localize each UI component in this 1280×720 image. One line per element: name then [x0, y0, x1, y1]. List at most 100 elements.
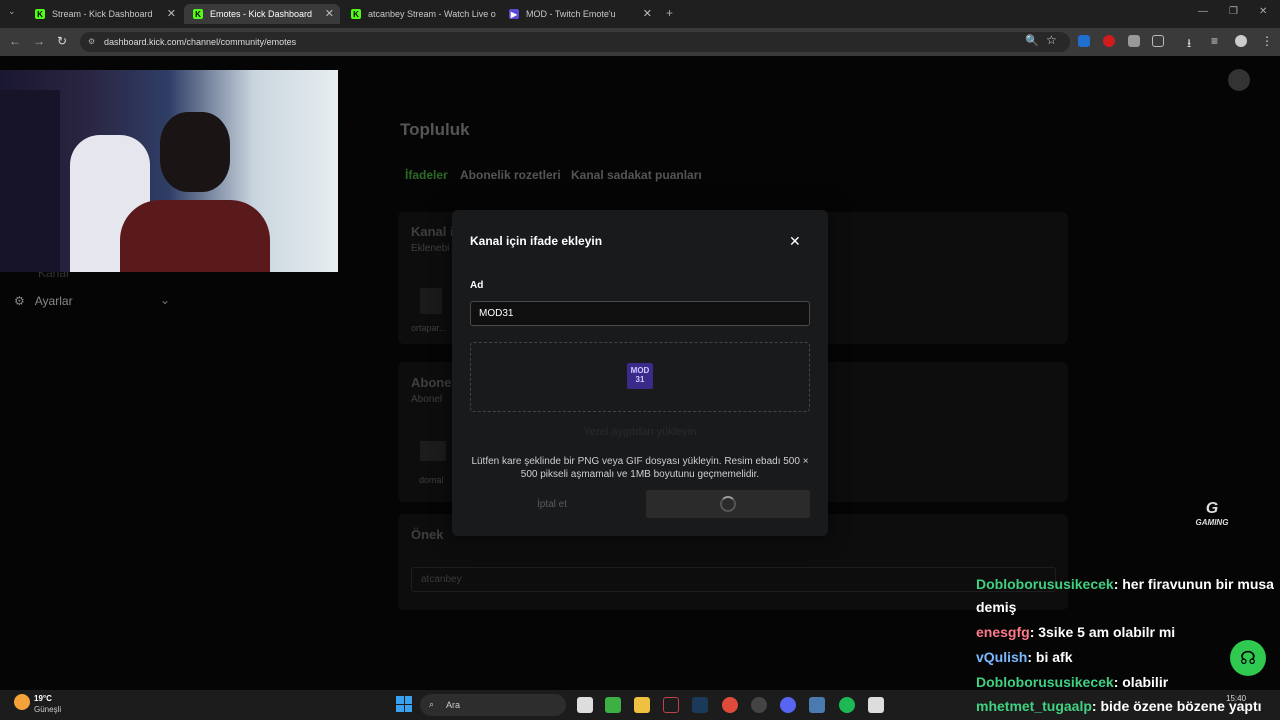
file-explorer-icon[interactable] — [634, 697, 650, 713]
logo-mark-icon: G — [1205, 500, 1219, 517]
tab-search-button[interactable]: ⌄ — [8, 6, 16, 17]
browser-tab[interactable]: K Stream - Kick Dashboard ✕ — [26, 4, 182, 24]
shield-icon[interactable] — [1128, 35, 1140, 47]
bookmark-star-icon[interactable]: ☆ — [1046, 33, 1057, 47]
emote-thumbnail[interactable] — [420, 441, 446, 461]
user-avatar[interactable] — [1228, 69, 1250, 91]
close-window-icon[interactable]: ✕ — [1259, 6, 1267, 17]
chat-message: Dobloborususikecek: her firavunun bir mu… — [976, 576, 1274, 592]
browser-tab[interactable]: K atcanbey Stream - Watch Live o — [342, 4, 500, 24]
download-icon[interactable]: ⭳ — [1187, 34, 1191, 55]
person-body — [120, 200, 270, 272]
extensions-puzzle-icon[interactable] — [1152, 35, 1164, 47]
browser-tab-active[interactable]: K Emotes - Kick Dashboard ✕ — [184, 4, 340, 24]
chat-username: Dobloborususikecek — [976, 576, 1114, 592]
submit-button[interactable] — [646, 490, 810, 518]
support-headset-icon[interactable]: ☊ — [1230, 640, 1266, 676]
cancel-button[interactable]: İptal et — [470, 490, 634, 518]
app-icon[interactable] — [751, 697, 767, 713]
chat-text: : olabilir — [1113, 674, 1169, 690]
tab-title: Emotes - Kick Dashboard — [210, 9, 313, 19]
tab-title: atcanbey Stream - Watch Live o — [368, 9, 496, 19]
menu-kebab-icon[interactable]: ⋮ — [1261, 34, 1273, 48]
twitch-emote-icon: ▶ — [509, 9, 519, 19]
prefix-input[interactable]: atcanbey — [411, 567, 1056, 592]
search-placeholder: Ara — [446, 700, 461, 710]
background-shelf — [0, 90, 60, 272]
weather-sun-icon — [14, 694, 30, 710]
browser-tab[interactable]: ▶ MOD - Twitch Emote'u ✕ — [500, 4, 658, 24]
minimize-icon[interactable]: — — [1198, 6, 1208, 17]
extension-icon[interactable] — [1078, 35, 1090, 47]
chat-message: demiş — [976, 599, 1016, 615]
card-title: Abone — [411, 375, 452, 390]
tab-emotes[interactable]: İfadeler — [405, 168, 448, 182]
upload-from-device-link[interactable]: Yerel aygıtdan yükleyin — [470, 426, 810, 438]
close-icon[interactable]: ✕ — [789, 233, 801, 250]
taskbar-search[interactable]: ⌕ Ara — [420, 694, 566, 716]
tab-title: Stream - Kick Dashboard — [52, 9, 153, 19]
forward-icon[interactable]: → — [33, 34, 45, 48]
app-icon[interactable] — [663, 697, 679, 713]
gear-icon: ⚙ — [14, 294, 25, 308]
zoom-icon[interactable]: 🔍 — [1025, 34, 1039, 47]
tab-title: MOD - Twitch Emote'u — [526, 9, 616, 19]
profile-avatar-icon[interactable] — [1235, 35, 1247, 47]
logo-text: GAMING — [1195, 518, 1229, 527]
steam-icon[interactable] — [692, 697, 708, 713]
close-tab-icon[interactable]: ✕ — [325, 7, 334, 20]
emote-label: domal — [419, 475, 444, 485]
capcut-icon[interactable] — [868, 697, 884, 713]
webcam-overlay — [0, 70, 338, 272]
weather-desc: Güneşli — [34, 705, 62, 714]
emote-label: ortapar... — [411, 323, 447, 333]
card-title: Kanal i — [411, 224, 454, 239]
chat-text: : her firavunun bir musa — [1113, 576, 1274, 592]
close-tab-icon[interactable]: ✕ — [167, 7, 176, 20]
card-subtitle: Eklenebi — [411, 243, 450, 254]
sidebar-item-label: Ayarlar — [34, 294, 73, 308]
person-head — [160, 112, 230, 192]
chat-message: mhetmet_tugaalp: bide özene bözene yaptı — [976, 698, 1262, 714]
task-view-icon[interactable] — [577, 697, 593, 713]
tab-subscriber-badges[interactable]: Abonelik rozetleri — [460, 168, 561, 182]
minecraft-icon[interactable] — [605, 697, 621, 713]
prefix-label: Önek — [411, 527, 444, 542]
chat-text: : bi afk — [1027, 649, 1073, 665]
emote-name-input[interactable] — [470, 301, 810, 326]
address-bar[interactable]: ⚙ dashboard.kick.com/channel/community/e… — [80, 32, 1070, 52]
chat-message: vQulish: bi afk — [976, 649, 1072, 665]
extension-icon[interactable] — [1103, 35, 1115, 47]
app-icon[interactable] — [809, 697, 825, 713]
reload-icon[interactable]: ↻ — [57, 34, 67, 48]
chat-message: Dobloborususikecek: olabilir — [976, 674, 1168, 690]
weather-temp: 19°C — [34, 694, 52, 703]
back-icon[interactable]: ← — [9, 34, 21, 48]
loading-spinner-icon — [720, 496, 736, 512]
name-label: Ad — [470, 280, 484, 291]
chat-username: enesgfg — [976, 624, 1030, 640]
site-info-icon[interactable]: ⚙ — [88, 37, 95, 46]
chat-text: : bide özene bözene yaptı — [1091, 698, 1262, 714]
restore-icon[interactable]: ❐ — [1229, 6, 1238, 17]
kick-icon: K — [35, 9, 45, 19]
media-icon[interactable]: ≡ — [1211, 34, 1218, 48]
kick-icon: K — [193, 9, 203, 19]
card-subtitle: Abonel — [411, 394, 443, 405]
url-text: dashboard.kick.com/channel/community/emo… — [104, 37, 297, 47]
chevron-down-icon[interactable]: ⌄ — [160, 293, 170, 307]
chrome-icon[interactable] — [722, 697, 738, 713]
close-tab-icon[interactable]: ✕ — [643, 7, 652, 20]
new-tab-icon[interactable]: + — [666, 6, 673, 20]
emote-thumbnail[interactable] — [420, 288, 442, 314]
gaming-logo: G GAMING — [1184, 500, 1240, 534]
discord-icon[interactable] — [780, 697, 796, 713]
chat-text: demiş — [976, 599, 1017, 615]
modal-title: Kanal için ifade ekleyin — [470, 234, 603, 248]
kick-icon: K — [351, 9, 361, 19]
windows-start-icon[interactable] — [396, 696, 412, 712]
sidebar-item-settings[interactable]: ⚙ Ayarlar — [14, 294, 73, 308]
spotify-icon[interactable] — [839, 697, 855, 713]
tab-loyalty-points[interactable]: Kanal sadakat puanları — [571, 168, 702, 182]
upload-helper-text: Lütfen kare şeklinde bir PNG veya GIF do… — [471, 456, 809, 480]
